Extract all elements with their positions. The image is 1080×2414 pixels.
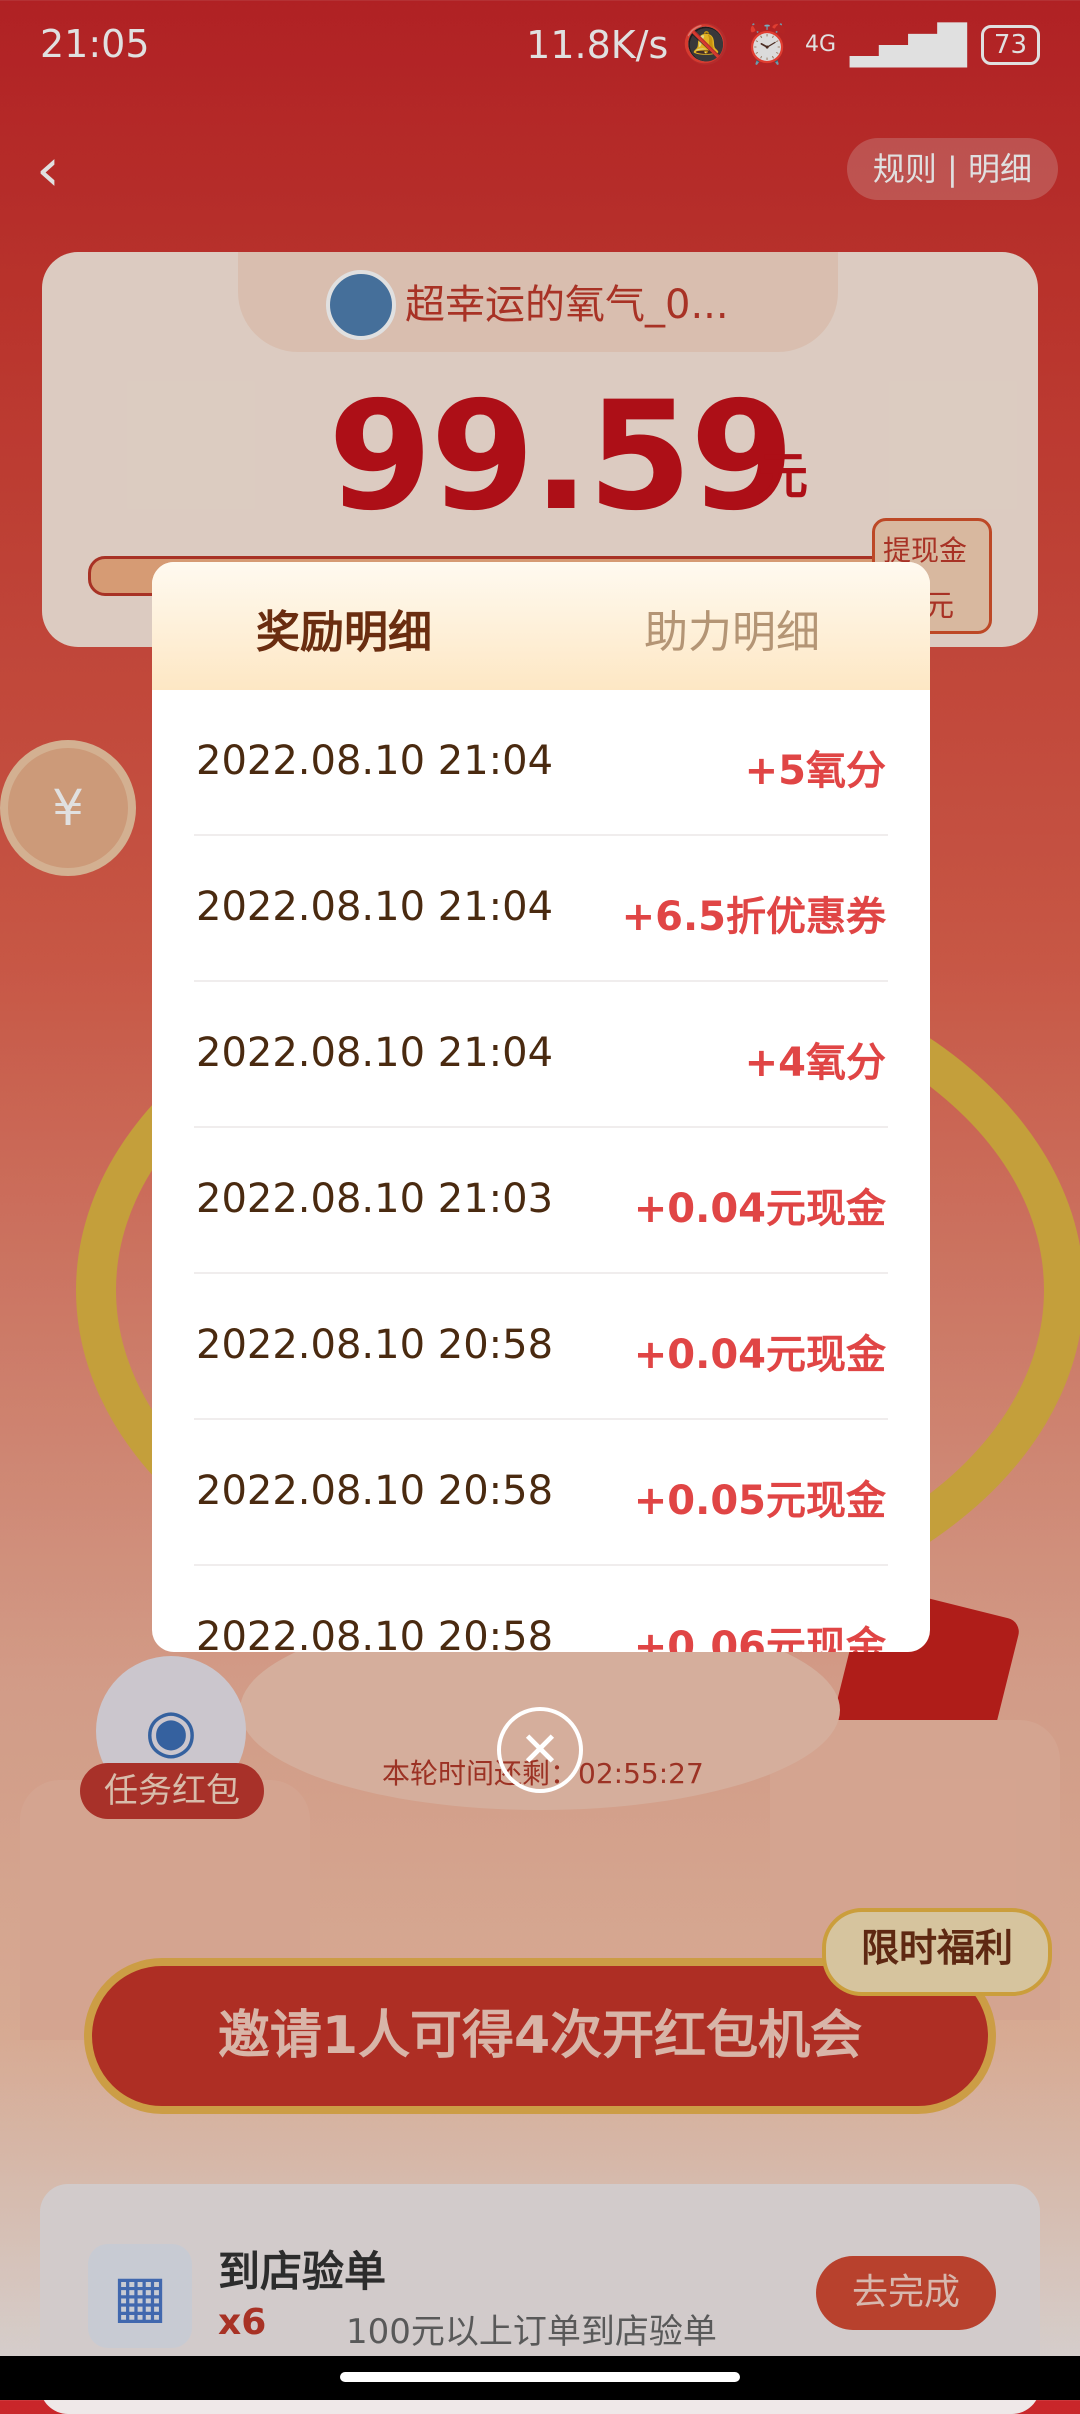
reward-value: +0.04元现金 [633,1332,886,1378]
reward-datetime: 2022.08.10 21:04 [196,738,554,784]
list-item: 2022.08.10 21:03 +0.04元现金 [194,1128,888,1274]
list-item: 2022.08.10 20:58 +0.04元现金 [194,1274,888,1420]
reward-datetime: 2022.08.10 20:58 [196,1322,554,1368]
close-icon[interactable]: ✕ [497,1707,583,1793]
reward-value: +4氧分 [744,1040,886,1086]
reward-datetime: 2022.08.10 20:58 [196,1468,554,1514]
modal-tabs: 奖励明细 助力明细 [152,562,930,690]
home-indicator[interactable] [340,2372,740,2382]
reward-datetime: 2022.08.10 21:04 [196,1030,554,1076]
list-item: 2022.08.10 21:04 +5氧分 [194,690,888,836]
reward-datetime: 2022.08.10 21:04 [196,884,554,930]
reward-datetime: 2022.08.10 21:03 [196,1176,554,1222]
reward-list[interactable]: 2022.08.10 21:04 +5氧分 2022.08.10 21:04 +… [152,690,930,1652]
reward-value: +0.06元现金 [633,1624,886,1652]
list-item: 2022.08.10 21:04 +4氧分 [194,982,888,1128]
reward-value: +6.5折优惠券 [621,894,886,940]
reward-value: +5氧分 [744,748,886,794]
list-item: 2022.08.10 20:58 +0.05元现金 [194,1420,888,1566]
tab-reward-details[interactable]: 奖励明细 [256,596,432,660]
list-item: 2022.08.10 20:58 +0.06元现金 [194,1566,888,1652]
tab-assist-details[interactable]: 助力明细 [644,596,820,660]
list-item: 2022.08.10 21:04 +6.5折优惠券 [194,836,888,982]
reward-datetime: 2022.08.10 20:58 [196,1614,554,1652]
reward-value: +0.05元现金 [633,1478,886,1524]
reward-details-modal: 奖励明细 助力明细 2022.08.10 21:04 +5氧分 2022.08.… [152,562,930,1652]
reward-value: +0.04元现金 [633,1186,886,1232]
